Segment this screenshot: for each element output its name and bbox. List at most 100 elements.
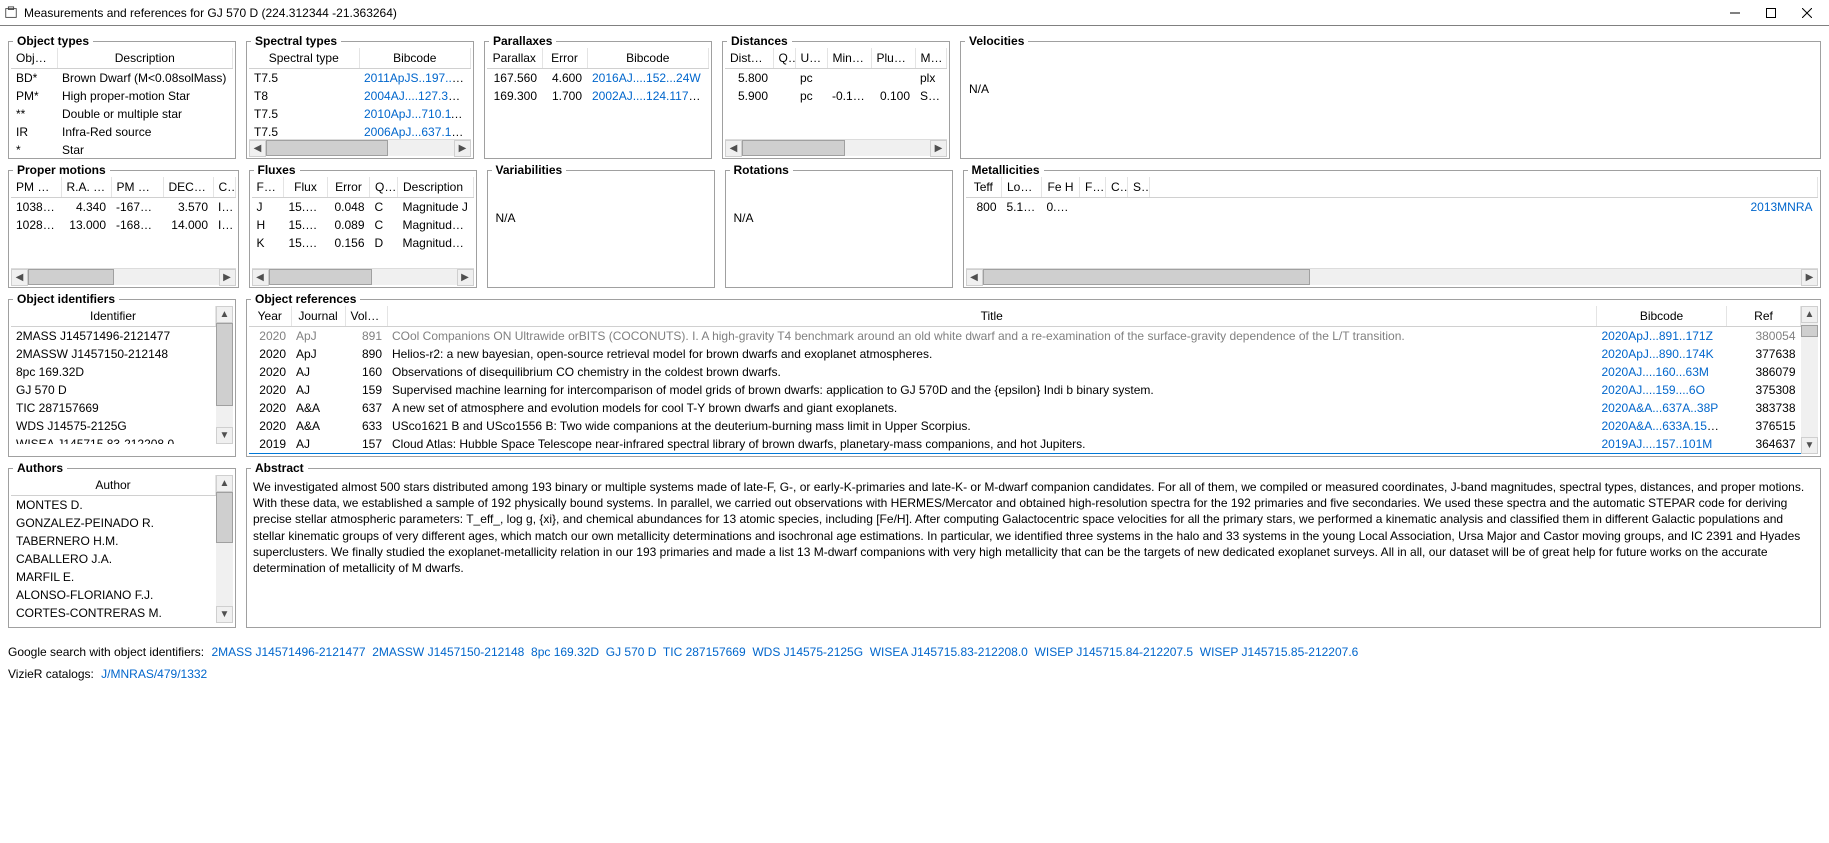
bibcode-link[interactable]: 2020A&A...637A..38P	[1602, 401, 1719, 415]
bibcode-link[interactable]: 2002AJ....124.1170D	[592, 89, 704, 103]
table-row[interactable]: T7.52006ApJ...637.1067B	[249, 123, 471, 139]
table-row[interactable]: GONZALEZ-PEINADO R.	[11, 514, 216, 532]
table-row[interactable]: 2018MNRAS479Calibrating the metallicity …	[249, 453, 1801, 454]
col-minus[interactable]: Minus e...	[827, 48, 871, 69]
table-row[interactable]: TABERNERO H.M.	[11, 532, 216, 550]
horizontal-scrollbar[interactable]: ◀ ▶	[249, 139, 471, 156]
table-row[interactable]: 1038.0804.340-1677.6903.570ICR	[11, 198, 235, 217]
col-identifier[interactable]: Identifier	[11, 306, 216, 327]
col-bibcode[interactable]: Bibcode	[359, 48, 471, 69]
horizontal-scrollbar[interactable]: ◀ ▶	[252, 268, 474, 285]
authors-table[interactable]: Author MONTES D.GONZALEZ-PEINADO R.TABER…	[11, 475, 216, 623]
col-dec-err[interactable]: DEC. error	[163, 177, 213, 198]
col-distance[interactable]: Distance	[725, 48, 773, 69]
table-row[interactable]: 2MASS J14571496-2121477	[11, 327, 216, 346]
col-pmdec[interactable]: PM DEC.	[111, 177, 163, 198]
table-row[interactable]: **Double or multiple star	[11, 105, 233, 123]
col-fe[interactable]: Fe...	[1080, 177, 1106, 198]
table-row[interactable]: 1028.00013.000-1688.00014.000ICR	[11, 216, 235, 234]
distances-table[interactable]: Distance Q... Unit Minus e... Plus err..…	[725, 48, 947, 105]
google-search-link[interactable]: WISEP J145715.85-212207.6	[1200, 645, 1359, 659]
col-method[interactable]: Method	[915, 48, 947, 69]
col-plus[interactable]: Plus err...	[871, 48, 915, 69]
vertical-scrollbar[interactable]: ▲ ▼	[216, 475, 233, 623]
google-search-link[interactable]: WISEA J145715.83-212208.0	[870, 645, 1028, 659]
table-row[interactable]: 2020ApJ891COol Companions ON Ultrawide o…	[249, 327, 1801, 346]
col-logg[interactable]: Log g	[1002, 177, 1042, 198]
horizontal-scrollbar[interactable]: ◀ ▶	[966, 268, 1819, 285]
bibcode-link[interactable]: 2020ApJ...891..171Z	[1602, 329, 1713, 343]
table-row[interactable]: 2020ApJ890Helios-r2: a new bayesian, ope…	[249, 345, 1801, 363]
col-error[interactable]: Error	[328, 177, 370, 198]
spectral-types-table[interactable]: Spectral type Bibcode T7.52011ApJS..197.…	[249, 48, 471, 139]
table-row[interactable]: GJ 570 D	[11, 381, 216, 399]
table-row[interactable]: MARFIL E.	[11, 568, 216, 586]
col-quality[interactable]: Qu...	[370, 177, 398, 198]
table-row[interactable]: 167.5604.6002016AJ....152...24W	[487, 69, 709, 88]
table-row[interactable]: T7.52011ApJS..197...19K	[249, 69, 471, 88]
col-flux[interactable]: Flux	[284, 177, 328, 198]
parallaxes-table[interactable]: Parallax Error Bibcode 167.5604.6002016A…	[487, 48, 709, 105]
table-row[interactable]: 2020A&A633USco1621 B and USco1556 B: Two…	[249, 417, 1801, 435]
identifiers-table[interactable]: Identifier 2MASS J14571496-21214772MASSW…	[11, 306, 216, 444]
col-title[interactable]: Title	[387, 306, 1597, 327]
col-filter[interactable]: Filter	[252, 177, 284, 198]
col-bib[interactable]	[1150, 177, 1818, 198]
proper-motions-table[interactable]: PM R.A. R.A. error PM DEC. DEC. error Co…	[11, 177, 236, 234]
bibcode-link[interactable]: 2013MNRA	[1750, 200, 1812, 214]
table-row[interactable]: CABALLERO J.A.	[11, 550, 216, 568]
table-row[interactable]: MONTES D.	[11, 496, 216, 515]
table-row[interactable]: 2019AJ157Cloud Atlas: Hubble Space Teles…	[249, 435, 1801, 453]
table-row[interactable]: BD*Brown Dwarf (M<0.08solMass)	[11, 69, 233, 88]
table-row[interactable]: 5.900pc-0.1000.100ST-L	[725, 87, 947, 105]
table-row[interactable]: WDS J14575-2125G	[11, 417, 216, 435]
bibcode-link[interactable]: 2010ApJ...710.1142B	[364, 107, 471, 121]
bibcode-link[interactable]: 2006ApJ...637.1067B	[364, 125, 471, 139]
col-journal[interactable]: Journal	[291, 306, 345, 327]
vertical-scrollbar[interactable]: ▲ ▼	[1801, 306, 1818, 454]
table-row[interactable]: *Star	[11, 141, 233, 156]
col-year[interactable]: Year	[249, 306, 291, 327]
table-row[interactable]: 8pc 169.32D	[11, 363, 216, 381]
minimize-button[interactable]	[1717, 2, 1753, 24]
col-c[interactable]: C...	[1106, 177, 1128, 198]
table-row[interactable]: ALONSO-FLORIANO F.J.	[11, 586, 216, 604]
col-bibcode[interactable]: Bibcode	[1597, 306, 1727, 327]
table-row[interactable]: 2020AJ160Observations of disequilibrium …	[249, 363, 1801, 381]
table-row[interactable]: CORTES-CONTRERAS M.	[11, 604, 216, 622]
bibcode-link[interactable]: 2016AJ....152...24W	[592, 71, 701, 85]
col-st[interactable]: St...	[1128, 177, 1150, 198]
bibcode-link[interactable]: 2004AJ....127.3553K	[364, 89, 471, 103]
bibcode-link[interactable]: 2020AJ....159....6O	[1602, 383, 1705, 397]
google-search-link[interactable]: 8pc 169.32D	[531, 645, 599, 659]
bibcode-link[interactable]: 2020AJ....160...63M	[1602, 365, 1709, 379]
table-row[interactable]: IRInfra-Red source	[11, 123, 233, 141]
table-row[interactable]: 2020AJ159Supervised machine learning for…	[249, 381, 1801, 399]
col-q[interactable]: Q...	[773, 48, 795, 69]
google-search-link[interactable]: 2MASS J14571496-2121477	[211, 645, 365, 659]
close-button[interactable]	[1789, 2, 1825, 24]
table-row[interactable]: PM*High proper-motion Star	[11, 87, 233, 105]
google-search-link[interactable]: WISEP J145715.84-212207.5	[1035, 645, 1194, 659]
table-row[interactable]: 5.800pcplx	[725, 69, 947, 88]
col-teff[interactable]: Teff	[966, 177, 1002, 198]
maximize-button[interactable]	[1753, 2, 1789, 24]
bibcode-link[interactable]: 2020ApJ...890..174K	[1602, 347, 1714, 361]
col-ra-err[interactable]: R.A. error	[61, 177, 111, 198]
google-search-link[interactable]: 2MASSW J1457150-212148	[372, 645, 524, 659]
object-types-table[interactable]: Object... Description BD*Brown Dwarf (M<…	[11, 48, 233, 156]
table-row[interactable]: GONZALEZ HERNANDEZ J.I.	[11, 622, 216, 623]
col-description[interactable]: Description	[398, 177, 474, 198]
table-row[interactable]: 8005.1000.0902013MNRA	[966, 198, 1818, 217]
col-ref[interactable]: Ref	[1727, 306, 1801, 327]
table-row[interactable]: T82004AJ....127.3553K	[249, 87, 471, 105]
col-description[interactable]: Description	[57, 48, 233, 69]
table-row[interactable]: T7.52010ApJ...710.1142B	[249, 105, 471, 123]
col-unit[interactable]: Unit	[795, 48, 827, 69]
col-coord[interactable]: Co	[213, 177, 235, 198]
references-table[interactable]: Year Journal Volu... Title Bibcode Ref 2…	[249, 306, 1801, 454]
bibcode-link[interactable]: 2020A&A...633A.152C	[1602, 419, 1723, 433]
col-bibcode[interactable]: Bibcode	[587, 48, 709, 69]
vertical-scrollbar[interactable]: ▲ ▼	[216, 306, 233, 444]
table-row[interactable]: TIC 287157669	[11, 399, 216, 417]
